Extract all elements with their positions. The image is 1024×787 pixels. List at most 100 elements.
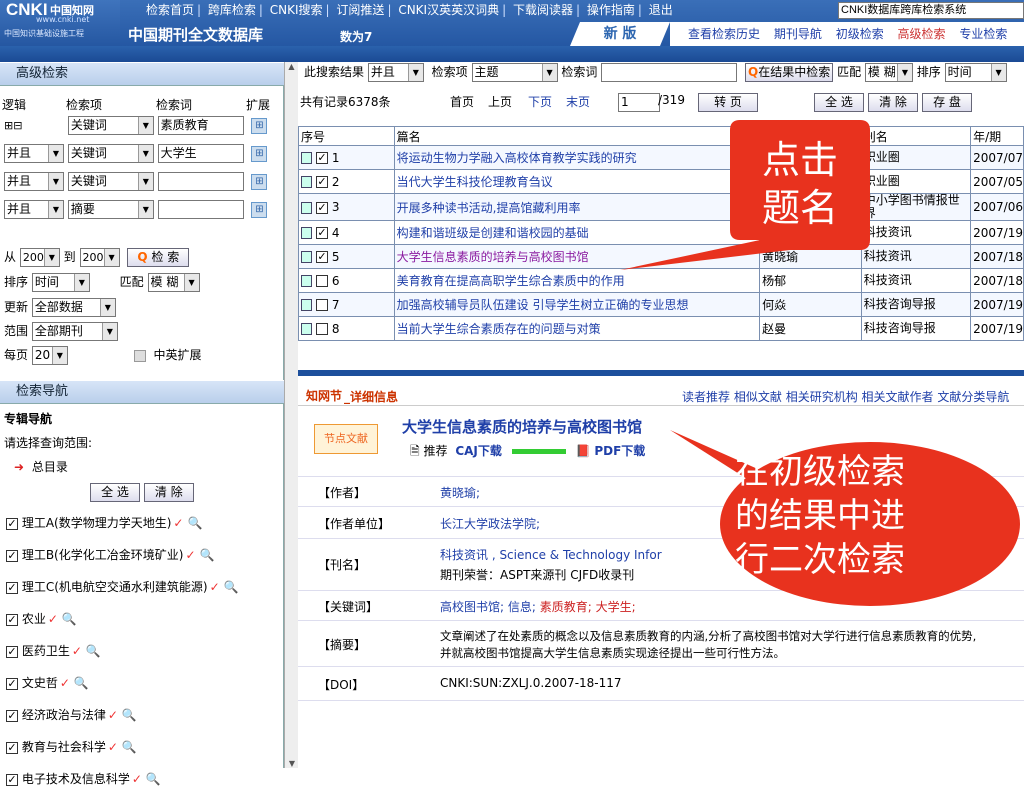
category-checkbox[interactable]: ✓ [6, 613, 18, 626]
category-item[interactable]: ✓ 电子技术及信息科学 ✓ 🔍 [6, 770, 161, 787]
magnifier-icon[interactable]: 🔍 [62, 612, 77, 626]
field-org-value[interactable]: 长江大学政法学院; [440, 515, 540, 532]
caj-download-link[interactable]: CAJ下载 [455, 444, 502, 458]
subnav-basic-search[interactable]: 初级检索 [836, 27, 884, 41]
category-checkbox[interactable]: ✓ [6, 677, 18, 690]
table-row[interactable]: 8 当前大学生综合素质存在的问题与对策 赵曼 科技咨询导报 2007/19 [298, 316, 1024, 341]
magnifier-icon[interactable]: 🔍 [122, 740, 137, 754]
document-icon[interactable] [301, 299, 312, 311]
document-icon[interactable] [301, 176, 312, 188]
expand-icon[interactable]: ⊞ [251, 117, 268, 134]
category-checkbox[interactable]: ✓ [6, 645, 18, 658]
last-page-link[interactable]: 末页 [566, 93, 590, 110]
magnifier-icon[interactable]: 🔍 [200, 548, 215, 562]
category-item[interactable]: ✓ 理工C(机电航空交通水利建筑能源) ✓ 🔍 [6, 578, 239, 595]
term-input-4[interactable] [157, 200, 244, 219]
expand-icon[interactable]: ⊞ [251, 145, 268, 162]
magnifier-icon[interactable]: 🔍 [224, 580, 239, 594]
subnav-journal-nav[interactable]: 期刊导航 [774, 27, 822, 41]
row-checkbox[interactable] [316, 323, 328, 335]
term-input-3[interactable] [157, 172, 244, 191]
nav-select-all-button[interactable]: 全 选 [90, 483, 140, 502]
logic-select-3[interactable]: 并且 ▼ [4, 172, 64, 191]
next-page-link[interactable]: 下页 [528, 93, 552, 110]
nav-cnki-search[interactable]: CNKI搜索 [270, 3, 323, 17]
row-checkbox[interactable]: ✓ [316, 152, 328, 164]
system-select[interactable]: CNKI数据库跨库检索系统 [838, 2, 1024, 19]
scroll-down-icon[interactable]: ▼ [285, 759, 299, 768]
new-version-tab[interactable]: 新 版 [570, 22, 670, 46]
link-similar[interactable]: 相似文献 [734, 390, 782, 404]
category-item[interactable]: ✓ 理工A(数学物理力学天地生) ✓ 🔍 [6, 514, 202, 531]
to-year-select[interactable]: 2007 ▼ [79, 248, 120, 267]
category-checkbox[interactable]: ✓ [6, 517, 18, 530]
article-title-link[interactable]: 开展多种读书活动,提高馆藏利用率 [397, 201, 581, 215]
magnifier-icon[interactable]: 🔍 [187, 516, 202, 530]
table-row[interactable]: 7 加强高校辅导员队伍建设 引导学生树立正确的专业思想 何焱 科技咨询导报 2007/1… [298, 292, 1024, 317]
document-icon[interactable] [301, 251, 312, 263]
row-checkbox[interactable]: ✓ [316, 201, 328, 214]
category-checkbox[interactable]: ✓ [6, 581, 18, 594]
expand-icon[interactable]: ⊞ [251, 173, 268, 190]
all-catalog[interactable]: ➜ 总目录 [14, 458, 68, 475]
article-title-link[interactable]: 构建和谐班级是创建和谐校园的基础 [397, 226, 589, 240]
category-checkbox[interactable]: ✓ [6, 549, 18, 562]
row-checkbox[interactable] [316, 299, 328, 311]
cn-en-expand-checkbox[interactable] [133, 349, 146, 362]
article-title-link[interactable]: 当前大学生综合素质存在的问题与对策 [397, 322, 601, 336]
field-select-2[interactable]: 关键词 ▼ [67, 144, 154, 163]
document-icon[interactable] [301, 227, 312, 239]
link-class-nav[interactable]: 文献分类导航 [937, 390, 1009, 404]
link-reader-recommend[interactable]: 读者推荐 [682, 390, 730, 404]
link-related-org[interactable]: 相关研究机构 [786, 390, 858, 404]
field-select-1[interactable]: 关键词 ▼ [67, 116, 154, 135]
range-select[interactable]: 全部期刊 ▼ [31, 322, 118, 341]
magnifier-icon[interactable]: 🔍 [74, 676, 89, 690]
first-page-link[interactable]: 首页 [450, 93, 474, 110]
field-journal-value[interactable]: 科技资讯 , Science & Technology Infor [440, 546, 662, 563]
document-icon[interactable] [301, 152, 312, 164]
magnifier-icon[interactable]: 🔍 [86, 644, 101, 658]
category-checkbox[interactable]: ✓ [6, 741, 18, 754]
article-title-link[interactable]: 当代大学生科技伦理教育刍议 [397, 175, 553, 189]
left-scrollbar[interactable]: ▲ ▼ [284, 62, 298, 768]
perpage-select[interactable]: 20 ▼ [31, 346, 68, 365]
results-word-input[interactable] [601, 63, 738, 82]
match-select[interactable]: 模 糊 ▼ [147, 273, 200, 292]
article-title-link[interactable]: 美育教育在提高高职学生综合素质中的作用 [397, 274, 625, 288]
add-remove-row-buttons[interactable]: ⊞⊟ [4, 119, 64, 132]
logic-select-4[interactable]: 并且 ▼ [4, 200, 64, 219]
row-checkbox[interactable]: ✓ [316, 251, 328, 263]
nav-cross-db[interactable]: 跨库检索 [208, 3, 256, 17]
subnav-advanced-search[interactable]: 高级检索 [898, 27, 946, 41]
nav-clear-button[interactable]: 清 除 [143, 483, 194, 502]
nav-exit[interactable]: 退出 [649, 3, 673, 17]
subnav-professional-search[interactable]: 专业检索 [959, 27, 1007, 41]
field-select-3[interactable]: 关键词 ▼ [67, 172, 154, 191]
prev-page-link[interactable]: 上页 [488, 93, 512, 110]
results-logic-select[interactable]: 并且 ▼ [367, 63, 424, 82]
document-icon[interactable] [301, 201, 312, 214]
category-item[interactable]: ✓ 农业 ✓ 🔍 [6, 610, 77, 627]
select-all-button[interactable]: 全 选 [814, 93, 864, 112]
results-match-select[interactable]: 模 糊 ▼ [864, 63, 913, 82]
article-title-link[interactable]: 加强高校辅导员队伍建设 引导学生树立正确的专业思想 [397, 298, 689, 312]
nav-home[interactable]: 检索首页 [146, 3, 194, 17]
link-related-author[interactable]: 相关文献作者 [862, 390, 934, 404]
goto-page-button[interactable]: 转 页 [698, 93, 758, 112]
category-item[interactable]: ✓ 经济政治与法律 ✓ 🔍 [6, 706, 137, 723]
row-checkbox[interactable]: ✓ [316, 176, 328, 188]
category-item[interactable]: ✓ 理工B(化学化工冶金环境矿业) ✓ 🔍 [6, 546, 214, 563]
category-checkbox[interactable]: ✓ [6, 709, 18, 722]
term-input-2[interactable]: 大学生 [157, 144, 244, 163]
field-author-value[interactable]: 黄晓瑜; [440, 484, 480, 501]
in-result-search-button[interactable]: Q在结果中检索 [745, 63, 834, 82]
nav-guide[interactable]: 操作指南 [587, 3, 635, 17]
article-title-link[interactable]: 大学生信息素质的培养与高校图书馆 [397, 250, 589, 264]
nav-reader[interactable]: 下载阅读器 [513, 3, 573, 17]
term-input-1[interactable]: 素质教育 [157, 116, 244, 135]
category-checkbox[interactable]: ✓ [6, 773, 18, 786]
scroll-up-icon[interactable]: ▲ [285, 62, 298, 71]
nav-dictionary[interactable]: CNKI汉英英汉词典 [398, 3, 499, 17]
magnifier-icon[interactable]: 🔍 [122, 708, 137, 722]
